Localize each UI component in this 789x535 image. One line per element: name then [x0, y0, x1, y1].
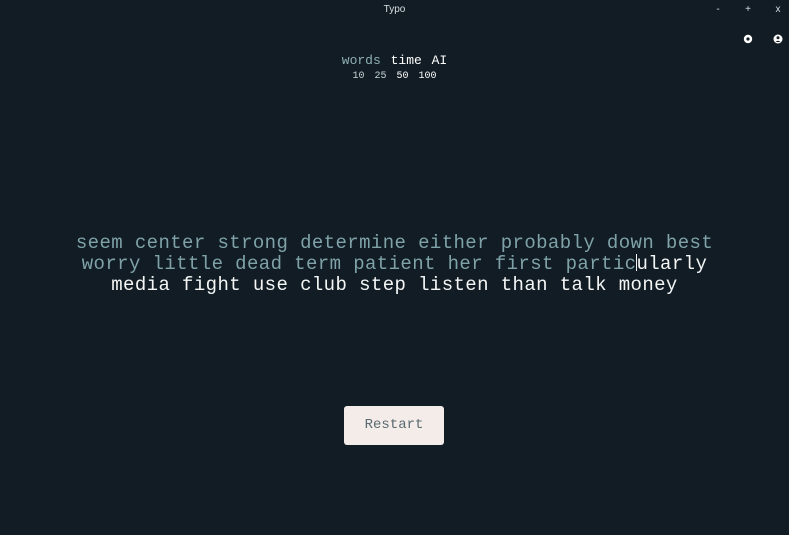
maximize-button[interactable]: +: [740, 3, 756, 17]
mode-selector: words time AI: [0, 53, 789, 68]
settings-icon[interactable]: [743, 31, 753, 44]
untyped-text: ularly: [636, 253, 708, 275]
count-selector: 10 25 50 100: [0, 71, 789, 82]
text-line-3: media fight use club step listen than ta…: [0, 275, 789, 296]
mode-time[interactable]: time: [391, 53, 422, 68]
count-25[interactable]: 25: [374, 71, 386, 82]
window-title: Typo: [383, 4, 406, 15]
typed-text: worry little dead term patient her first…: [81, 253, 637, 275]
title-bar: Typo - + x: [0, 0, 789, 20]
account-icon[interactable]: [773, 31, 783, 44]
close-button[interactable]: x: [770, 3, 786, 17]
typed-text: seem center strong determine either prob…: [75, 232, 714, 254]
typing-text-area[interactable]: seem center strong determine either prob…: [0, 233, 789, 296]
restart-button[interactable]: Restart: [344, 406, 444, 445]
minimize-button[interactable]: -: [710, 3, 726, 17]
mode-ai[interactable]: AI: [432, 53, 448, 68]
mode-words[interactable]: words: [342, 53, 381, 68]
count-10[interactable]: 10: [352, 71, 364, 82]
text-line-1: seem center strong determine either prob…: [0, 233, 789, 254]
count-100[interactable]: 100: [419, 71, 437, 82]
untyped-text: media fight use club step listen than ta…: [111, 274, 678, 296]
text-line-2: worry little dead term patient her first…: [0, 254, 789, 275]
count-50[interactable]: 50: [397, 71, 409, 82]
